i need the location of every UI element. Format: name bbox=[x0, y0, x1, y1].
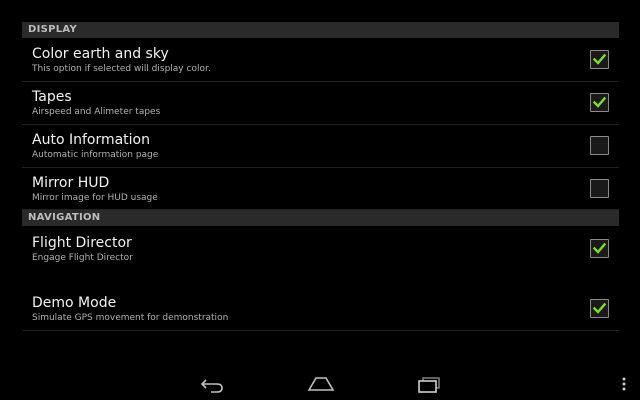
checkbox[interactable] bbox=[590, 239, 609, 258]
pref-summary: Automatic information page bbox=[32, 150, 159, 160]
pref-title: Mirror HUD bbox=[32, 175, 110, 191]
pref-tapes[interactable]: Tapes Airspeed and Alimeter tapes bbox=[22, 82, 619, 125]
recents-icon bbox=[418, 377, 440, 393]
overflow-menu-icon bbox=[622, 377, 626, 391]
section-header-navigation: NAVIGATION bbox=[22, 210, 619, 226]
pref-summary: Airspeed and Alimeter tapes bbox=[32, 107, 161, 117]
pref-summary: This option if selected will display col… bbox=[32, 64, 211, 74]
checkmark-icon bbox=[592, 96, 607, 108]
section-header-label: DISPLAY bbox=[28, 24, 78, 35]
section-header-display: DISPLAY bbox=[22, 22, 619, 38]
checkbox[interactable] bbox=[590, 50, 609, 69]
pref-title: Color earth and sky bbox=[32, 46, 169, 62]
checkmark-icon bbox=[592, 53, 607, 65]
pref-summary: Engage Flight Director bbox=[32, 253, 133, 263]
checkbox[interactable] bbox=[590, 179, 609, 198]
overflow-menu-button[interactable] bbox=[616, 368, 632, 400]
pref-demo-mode[interactable]: Demo Mode Simulate GPS movement for demo… bbox=[22, 285, 619, 331]
checkbox[interactable] bbox=[590, 136, 609, 155]
back-button[interactable] bbox=[196, 368, 230, 400]
pref-mirror-hud[interactable]: Mirror HUD Mirror image for HUD usage bbox=[22, 168, 619, 210]
pref-summary: Simulate GPS movement for demonstration bbox=[32, 313, 229, 323]
checkbox[interactable] bbox=[590, 93, 609, 112]
pref-summary: Mirror image for HUD usage bbox=[32, 193, 158, 203]
pref-flight-director[interactable]: Flight Director Engage Flight Director bbox=[22, 227, 619, 285]
pref-title: Flight Director bbox=[32, 235, 132, 251]
pref-title: Demo Mode bbox=[32, 295, 117, 311]
section-header-label: NAVIGATION bbox=[28, 212, 101, 223]
settings-screen: DISPLAY Color earth and sky This option … bbox=[0, 0, 640, 400]
recents-button[interactable] bbox=[414, 368, 446, 400]
pref-color-earth-sky[interactable]: Color earth and sky This option if selec… bbox=[22, 39, 619, 82]
checkbox[interactable] bbox=[590, 299, 609, 318]
checkmark-icon bbox=[592, 242, 607, 254]
system-nav-bar bbox=[0, 368, 640, 400]
pref-title: Auto Information bbox=[32, 132, 150, 148]
home-button[interactable] bbox=[304, 368, 338, 400]
back-icon bbox=[200, 379, 223, 393]
checkmark-icon bbox=[592, 302, 607, 314]
pref-title: Tapes bbox=[32, 89, 72, 105]
home-icon bbox=[307, 377, 335, 391]
pref-auto-information[interactable]: Auto Information Automatic information p… bbox=[22, 125, 619, 168]
